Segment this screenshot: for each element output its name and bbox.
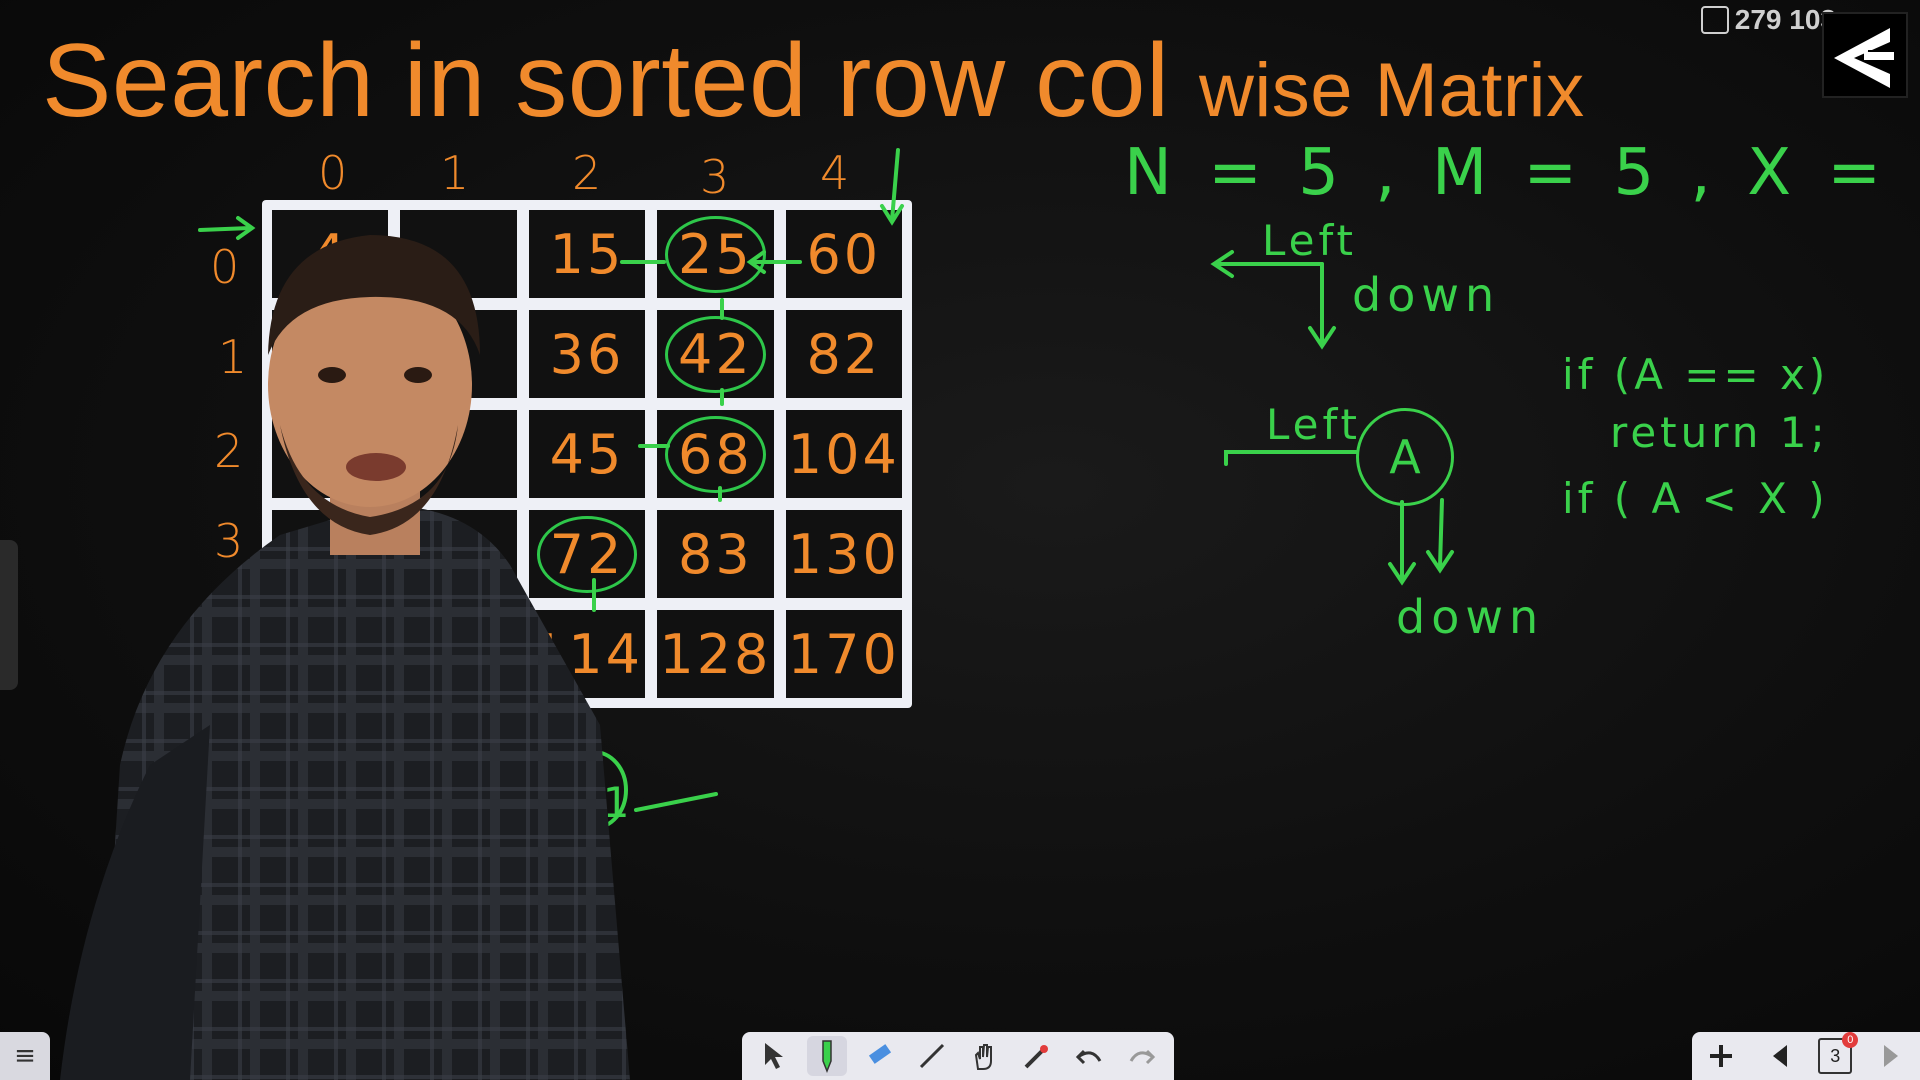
viewer-count-text: 279 103 xyxy=(1734,4,1836,35)
col-header-3: 3 xyxy=(700,150,730,204)
left-label-top: Left xyxy=(1262,216,1358,265)
matrix-cell: 130 xyxy=(785,510,902,598)
plus-icon xyxy=(1710,1045,1733,1067)
prev-page-button[interactable] xyxy=(1760,1036,1800,1076)
circled-value: 68 xyxy=(665,415,766,493)
chevron-left-icon xyxy=(1772,1045,1787,1067)
viewer-icon xyxy=(1700,6,1729,34)
menu-icon: ≡ xyxy=(14,1041,36,1071)
matrix-cell: 170 xyxy=(785,610,902,698)
matrix-cell: 68 xyxy=(657,410,774,498)
hand-icon[interactable] xyxy=(964,1036,1004,1076)
title-tail: wise Matrix xyxy=(1199,48,1585,133)
col-header-2: 2 xyxy=(572,146,602,200)
laser-icon[interactable] xyxy=(1017,1036,1057,1076)
col-header-4: 4 xyxy=(820,146,850,200)
matrix-cell: 82 xyxy=(785,310,902,398)
matrix-cell: 42 xyxy=(657,310,774,398)
code-line-1: if (A == x) xyxy=(1562,350,1830,399)
circled-value: 25 xyxy=(665,215,766,293)
redo-icon[interactable] xyxy=(1122,1036,1162,1076)
pointer-icon[interactable] xyxy=(754,1036,794,1076)
matrix-cell: 104 xyxy=(785,410,902,498)
col-header-0: 0 xyxy=(318,146,348,200)
page-toolbar: 3 0 xyxy=(1692,1032,1920,1080)
title-main: Search in sorted row col xyxy=(42,23,1170,139)
channel-logo xyxy=(1822,12,1908,98)
matrix-cell: 60 xyxy=(785,210,902,298)
code-line-3: if ( A < X ) xyxy=(1562,474,1829,523)
line-icon[interactable] xyxy=(912,1036,952,1076)
node-a: A xyxy=(1356,408,1454,506)
undo-icon[interactable] xyxy=(1069,1036,1109,1076)
down-label-bottom: down xyxy=(1396,590,1545,644)
down-label-top: down xyxy=(1352,268,1501,322)
matrix-cell: 128 xyxy=(657,610,774,698)
add-page-button[interactable] xyxy=(1701,1036,1741,1076)
highlighter-icon[interactable] xyxy=(859,1036,899,1076)
viewer-count: 279 103 xyxy=(1700,4,1836,36)
side-panel-tab[interactable] xyxy=(0,540,18,690)
next-page-button[interactable] xyxy=(1871,1036,1911,1076)
matrix-cell: 25 xyxy=(657,210,774,298)
page-indicator[interactable]: 3 0 xyxy=(1818,1032,1859,1074)
left-label-mid: Left xyxy=(1266,400,1362,449)
lecture-board: Search in sorted row col wise Matrix 279… xyxy=(0,0,1920,1080)
code-line-2: return 1; xyxy=(1610,408,1829,457)
page-title: Search in sorted row col wise Matrix xyxy=(42,22,1585,141)
params-note: N = 5 , M = 5 , X = 50 xyxy=(1124,136,1920,210)
page-badge-count: 0 xyxy=(1842,1032,1859,1048)
drawing-toolbar xyxy=(742,1032,1174,1080)
col-header-1: 1 xyxy=(440,146,470,200)
pen-icon[interactable] xyxy=(806,1036,847,1076)
logo-icon xyxy=(1834,28,1894,88)
menu-button[interactable]: ≡ xyxy=(0,1032,50,1080)
chevron-right-icon xyxy=(1883,1045,1898,1067)
page-number: 3 xyxy=(1830,1045,1841,1066)
matrix-cell: 83 xyxy=(657,510,774,598)
circled-value: 42 xyxy=(665,315,766,393)
presenter-figure xyxy=(60,235,630,1080)
